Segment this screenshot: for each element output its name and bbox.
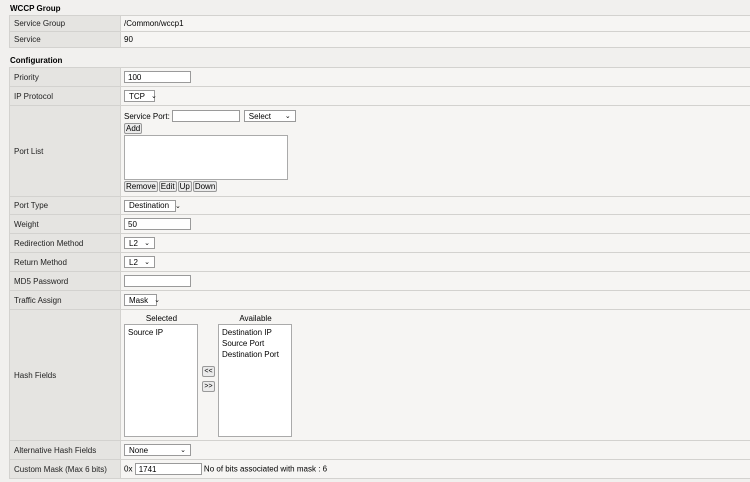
selected-label: Selected bbox=[145, 313, 178, 323]
add-button[interactable]: Add bbox=[124, 123, 143, 134]
return-method-select[interactable]: L2 ⌄ bbox=[124, 256, 155, 268]
return-method-value: L2 bbox=[129, 257, 138, 267]
weight-input[interactable] bbox=[124, 218, 191, 230]
port-type-select[interactable]: Destination ⌄ bbox=[124, 199, 181, 212]
list-option[interactable]: Destination IP bbox=[222, 327, 288, 338]
wccp-group-heading: WCCP Group bbox=[10, 4, 61, 13]
up-button[interactable]: Up bbox=[177, 181, 192, 192]
port-type-label: Port Type bbox=[9, 196, 121, 215]
configuration-heading: Configuration bbox=[10, 56, 63, 65]
down-button[interactable]: Down bbox=[192, 181, 218, 192]
list-option[interactable]: Source IP bbox=[128, 327, 194, 338]
list-option[interactable]: Destination Port bbox=[222, 349, 288, 360]
edit-button[interactable]: Edit bbox=[158, 181, 177, 192]
custom-mask-label: Custom Mask (Max 6 bits) bbox=[9, 459, 121, 479]
list-option[interactable]: Source Port bbox=[222, 338, 288, 349]
service-port-input[interactable] bbox=[171, 110, 240, 122]
service-label: Service bbox=[9, 31, 121, 48]
traffic-assign-label: Traffic Assign bbox=[9, 290, 121, 310]
service-group-label: Service Group bbox=[9, 15, 121, 32]
alternative-hash-fields-label: Alternative Hash Fields bbox=[9, 440, 121, 460]
chevron-down-icon: ⌄ bbox=[144, 240, 150, 247]
md5-password-input[interactable] bbox=[124, 275, 191, 287]
custom-mask-input[interactable] bbox=[134, 463, 202, 475]
redirection-method-label: Redirection Method bbox=[9, 233, 121, 253]
traffic-assign-select[interactable]: Mask ⌄ bbox=[124, 294, 160, 306]
port-listbox[interactable] bbox=[124, 135, 288, 180]
chevron-down-icon: ⌄ bbox=[154, 297, 160, 304]
selected-listbox[interactable]: Source IP bbox=[124, 323, 198, 437]
alternative-hash-select[interactable]: None ⌄ bbox=[124, 444, 191, 456]
port-select-value: Select bbox=[248, 111, 272, 121]
alternative-hash-value: None bbox=[129, 445, 149, 455]
priority-label: Priority bbox=[9, 67, 121, 87]
port-type-value: Destination bbox=[129, 201, 170, 210]
configuration-table: Priority IP Protocol TCP ⌄ Port List Servi… bbox=[9, 67, 750, 479]
return-method-label: Return Method bbox=[9, 252, 121, 272]
service-group-value: /Common/wccp1 bbox=[120, 15, 750, 32]
wccp-group-table: Service Group/Common/wccp1 Service 90 bbox=[9, 15, 750, 48]
ip-protocol-value: TCP bbox=[129, 91, 145, 101]
chevron-down-icon: ⌄ bbox=[180, 447, 186, 454]
available-label: Available bbox=[239, 313, 272, 323]
chevron-down-icon: ⌄ bbox=[151, 93, 157, 100]
mask-prefix: 0x bbox=[124, 464, 133, 474]
redirection-method-value: L2 bbox=[129, 238, 138, 248]
service-value: 90 bbox=[120, 31, 750, 48]
remove-button[interactable]: Remove bbox=[124, 181, 158, 192]
port-select[interactable]: Select ⌄ bbox=[243, 110, 296, 122]
traffic-assign-value: Mask bbox=[129, 295, 149, 305]
ip-protocol-label: IP Protocol bbox=[9, 86, 121, 106]
weight-label: Weight bbox=[9, 214, 121, 234]
chevron-down-icon: ⌄ bbox=[144, 259, 150, 266]
mask-note: No of bits associated with mask : 6 bbox=[203, 464, 328, 474]
move-left-button[interactable]: << bbox=[202, 365, 215, 377]
service-port-label: Service Port: bbox=[124, 111, 170, 121]
hash-fields-label: Hash Fields bbox=[9, 309, 121, 441]
port-list-label: Port List bbox=[9, 105, 121, 197]
chevron-down-icon: ⌄ bbox=[175, 202, 181, 210]
move-right-button[interactable]: >> bbox=[202, 380, 215, 392]
md5-password-label: MD5 Password bbox=[9, 271, 121, 291]
available-listbox[interactable]: Destination IP Source Port Destination Por… bbox=[218, 323, 292, 437]
priority-input[interactable] bbox=[124, 71, 191, 83]
redirection-method-select[interactable]: L2 ⌄ bbox=[124, 237, 155, 249]
chevron-down-icon: ⌄ bbox=[284, 113, 291, 120]
ip-protocol-select[interactable]: TCP ⌄ bbox=[124, 90, 157, 102]
